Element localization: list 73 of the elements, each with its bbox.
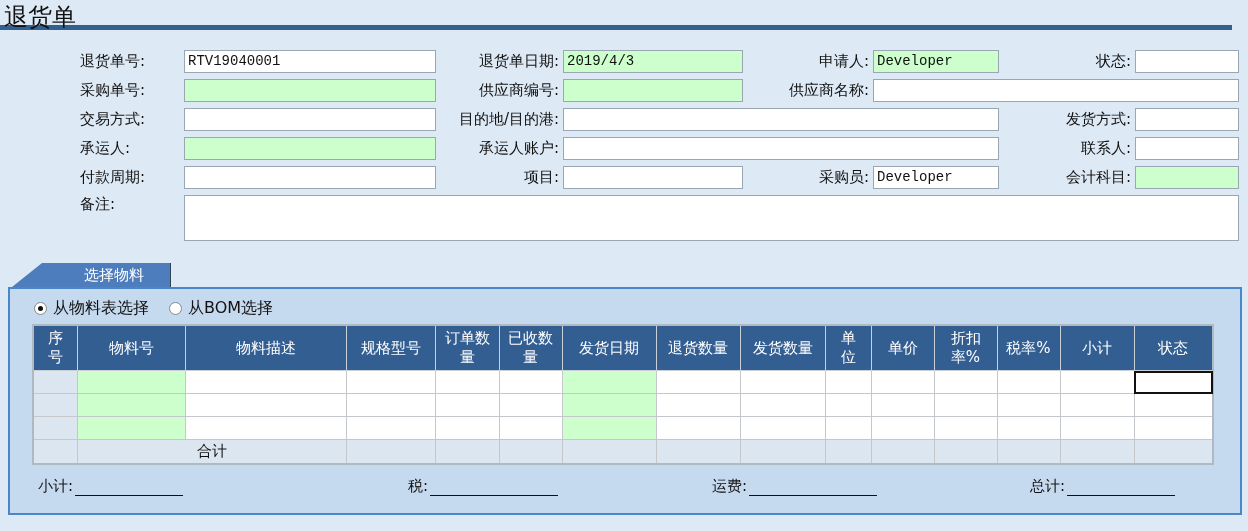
total-label: 总计: <box>1030 477 1066 496</box>
radio-button[interactable] <box>169 301 182 315</box>
input-field[interactable] <box>563 79 743 102</box>
input-field[interactable] <box>1135 137 1239 160</box>
field-label: 交易方式: <box>80 110 147 129</box>
input-field[interactable] <box>184 79 436 102</box>
field-label: 采购单号: <box>80 81 147 100</box>
field-label: 采购员: <box>817 168 870 187</box>
input-field[interactable] <box>563 137 999 160</box>
column-header: 物料描述 <box>185 325 346 371</box>
total-label: 运费: <box>712 477 748 496</box>
input-field[interactable]: Developer <box>873 166 999 189</box>
table-cell[interactable] <box>33 416 77 440</box>
field-label: 备注: <box>80 195 117 214</box>
column-header: 订单数量 <box>435 325 499 371</box>
total-label: 合计 <box>77 439 346 464</box>
column-header: 序号 <box>33 325 77 371</box>
field-label: 付款周期: <box>80 168 147 187</box>
column-header: 税率% <box>997 325 1060 371</box>
column-header: 发货日期 <box>562 325 656 371</box>
input-field[interactable] <box>563 108 999 131</box>
column-header: 已收数量 <box>499 325 562 371</box>
tab[interactable]: 选择物料 <box>12 263 171 287</box>
input-field[interactable] <box>1135 166 1239 189</box>
total-label: 小计: <box>38 477 74 496</box>
input-field[interactable] <box>873 79 1239 102</box>
table-cell[interactable] <box>77 416 185 440</box>
total-label: 税: <box>408 477 429 496</box>
table-cell[interactable] <box>1134 370 1213 394</box>
table-cell[interactable] <box>77 393 185 417</box>
input-field[interactable] <box>184 108 436 131</box>
page-title: 退货单 <box>0 0 1232 30</box>
column-header: 发货数量 <box>740 325 825 371</box>
input-field[interactable] <box>184 137 436 160</box>
field-label: 承运人账户: <box>477 139 560 158</box>
table-cell[interactable] <box>33 393 77 417</box>
input-field[interactable]: 2019/4/3 <box>563 50 743 73</box>
field-label: 联系人: <box>1079 139 1132 158</box>
radio-button[interactable] <box>34 301 47 315</box>
field-label: 项目: <box>522 168 560 187</box>
field-label: 退货单日期: <box>477 52 560 71</box>
table-cell[interactable] <box>77 370 185 394</box>
radio-option[interactable]: 从BOM选择 <box>169 297 274 319</box>
input-field[interactable] <box>1135 108 1239 131</box>
input-field[interactable]: Developer <box>873 50 999 73</box>
table-cell[interactable] <box>185 393 346 417</box>
input-field[interactable] <box>1135 50 1239 73</box>
input-field[interactable] <box>563 166 743 189</box>
column-header: 规格型号 <box>346 325 435 371</box>
table-cell <box>33 439 77 464</box>
input-field[interactable] <box>184 195 1239 241</box>
field-label: 会计科目: <box>1064 168 1132 187</box>
table-cell[interactable] <box>185 370 346 394</box>
field-label: 发货方式: <box>1064 110 1132 129</box>
column-header: 状态 <box>1134 325 1213 371</box>
field-label: 申请人: <box>817 52 870 71</box>
column-header: 物料号 <box>77 325 185 371</box>
table-cell[interactable] <box>185 416 346 440</box>
column-header: 折扣率% <box>934 325 997 371</box>
field-label: 供应商名称: <box>787 81 870 100</box>
table-cell[interactable] <box>33 370 77 394</box>
field-label: 目的地/目的港: <box>457 110 560 129</box>
field-label: 供应商编号: <box>477 81 560 100</box>
input-field[interactable]: RTV19040001 <box>184 50 436 73</box>
field-label: 退货单号: <box>80 52 147 71</box>
column-header: 退货数量 <box>656 325 740 371</box>
column-header: 小计 <box>1060 325 1134 371</box>
field-label: 状态: <box>1094 52 1132 71</box>
radio-option[interactable]: 从物料表选择 <box>34 297 149 319</box>
column-header: 单价 <box>871 325 934 371</box>
field-label: 承运人: <box>80 139 132 158</box>
input-field[interactable] <box>184 166 436 189</box>
column-header: 单位 <box>825 325 871 371</box>
